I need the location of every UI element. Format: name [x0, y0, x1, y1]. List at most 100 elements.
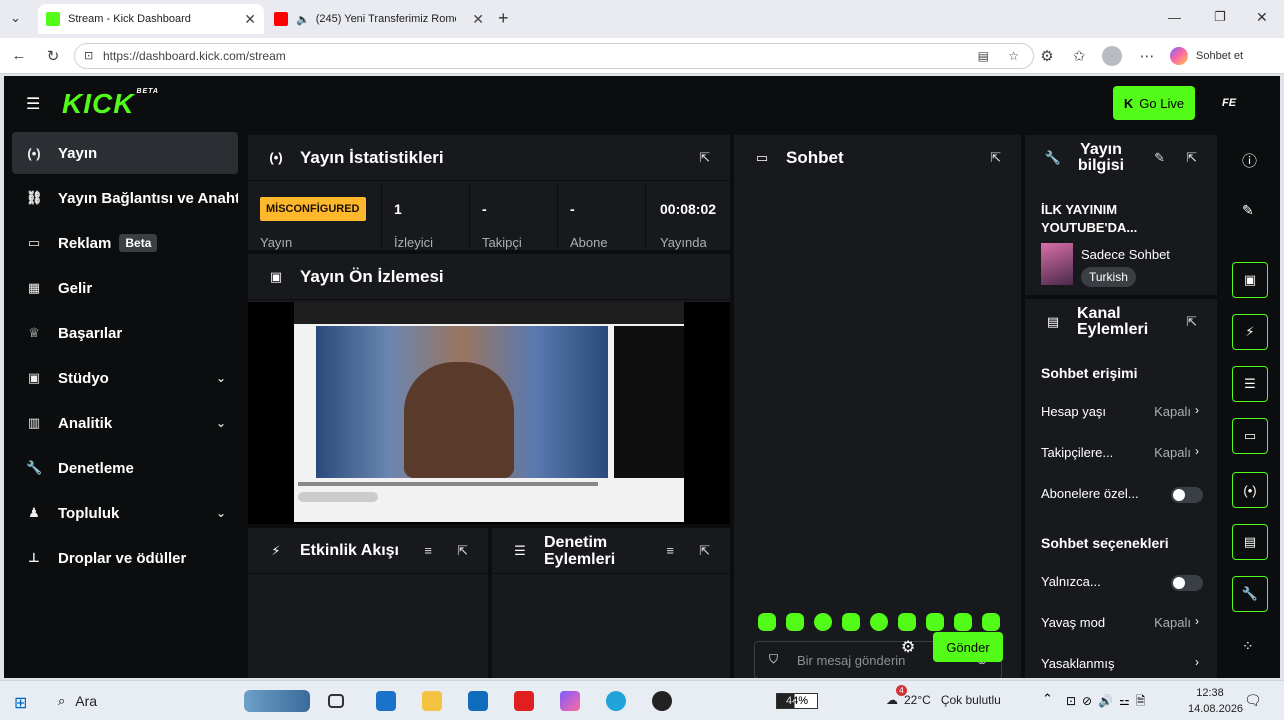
- tab-list-chevron-icon[interactable]: ⌄: [10, 10, 21, 26]
- taskbar-search[interactable]: ⌕ Ara: [48, 688, 310, 714]
- revenue-icon: ▦: [27, 280, 41, 295]
- site-info-icon[interactable]: ⊡: [84, 44, 93, 68]
- close-window-icon[interactable]: ✕: [1256, 9, 1268, 26]
- rail-channel-actions-button[interactable]: ▤: [1232, 524, 1268, 560]
- lightning-icon: ⚡: [1245, 324, 1255, 339]
- sidebar-item-gelir[interactable]: ▦ Gelir: [12, 267, 238, 309]
- emote-icon[interactable]: [954, 613, 972, 631]
- category-name[interactable]: Sadece Sohbet: [1081, 247, 1170, 262]
- popout-icon[interactable]: ⇱: [1186, 314, 1197, 330]
- chat-settings-icon[interactable]: ⚙: [901, 637, 915, 657]
- edge-icon[interactable]: [606, 691, 626, 711]
- emote-icon[interactable]: [982, 613, 1000, 631]
- weather-icon: ☁: [886, 693, 898, 707]
- rail-stream-info-button[interactable]: 🔧: [1232, 576, 1268, 612]
- more-widgets-icon[interactable]: ⁘: [1242, 638, 1254, 655]
- filter-icon[interactable]: ≡: [424, 543, 432, 558]
- popout-icon[interactable]: ⇱: [457, 543, 468, 559]
- sidebar-item-denetleme[interactable]: 🔧 Denetleme: [12, 447, 238, 489]
- rail-stats-button[interactable]: (•): [1232, 472, 1268, 508]
- store-icon[interactable]: [376, 691, 396, 711]
- new-tab-icon[interactable]: +: [498, 8, 509, 29]
- profile-avatar[interactable]: [1102, 46, 1122, 66]
- tray-chevron-icon[interactable]: ⌃: [1042, 691, 1053, 707]
- notification-center-icon[interactable]: 🗨: [1244, 692, 1262, 709]
- subscribers-only-toggle[interactable]: [1171, 487, 1203, 503]
- send-button[interactable]: Gönder: [933, 632, 1003, 662]
- emote-icon[interactable]: [786, 613, 804, 631]
- user-avatar[interactable]: FE: [1214, 90, 1244, 116]
- app-l-icon[interactable]: [514, 691, 534, 711]
- more-menu-icon[interactable]: ⋯: [1138, 47, 1156, 65]
- edit-layout-icon[interactable]: ✎: [1242, 202, 1254, 219]
- kick-logo[interactable]: KICK BETA: [62, 88, 159, 120]
- back-icon[interactable]: ←: [10, 47, 28, 64]
- sidebar-item-yayin[interactable]: (•) Yayın: [12, 132, 238, 174]
- rail-preview-button[interactable]: ▣: [1232, 262, 1268, 298]
- sidebar-item-stream-key[interactable]: ⛓ Yayın Bağlantısı ve Anahtar: [12, 177, 238, 219]
- sidebar-item-reklam[interactable]: ▭ Reklam Beta: [12, 222, 238, 264]
- emote-icon[interactable]: [842, 613, 860, 631]
- popout-icon[interactable]: ⇱: [990, 150, 1001, 166]
- chevron-right-icon: ›: [1195, 655, 1199, 669]
- emote-icon[interactable]: [898, 613, 916, 631]
- chevron-down-icon: ⌄: [215, 506, 226, 520]
- sidebar-item-label: Stüdyo: [58, 369, 109, 387]
- close-tab-icon[interactable]: ✕: [244, 11, 256, 28]
- rail-activity-button[interactable]: ⚡: [1232, 314, 1268, 350]
- close-tab-icon[interactable]: ✕: [472, 11, 484, 28]
- outlook-icon[interactable]: [468, 691, 488, 711]
- hamburger-menu-icon[interactable]: ☰: [26, 94, 40, 114]
- reader-icon[interactable]: ▤: [978, 44, 989, 68]
- tab-kick-dashboard[interactable]: Stream - Kick Dashboard ✕: [38, 4, 264, 34]
- filter-icon[interactable]: ≡: [666, 543, 674, 558]
- popout-icon[interactable]: ⇱: [699, 543, 710, 559]
- stat-followers: - Takipçi: [470, 183, 558, 250]
- popout-icon[interactable]: ⇱: [1186, 150, 1197, 166]
- windows-taskbar: ⊞ ⌕ Ara 44% ☁ 4 22°C Çok bulutlu ⌃ ⊡⊘🔊⚍🗎…: [0, 680, 1284, 720]
- file-explorer-icon[interactable]: [422, 691, 442, 711]
- copilot-button[interactable]: Sohbet et: [1170, 45, 1243, 67]
- emote-icon[interactable]: [814, 613, 832, 631]
- sidebar-item-studyo[interactable]: ▣ Stüdyo ⌄: [12, 357, 238, 399]
- reload-icon[interactable]: ↻: [44, 47, 62, 65]
- emote-icon[interactable]: [758, 613, 776, 631]
- task-view-icon[interactable]: [328, 694, 344, 708]
- emote-icon[interactable]: [870, 613, 888, 631]
- sidebar-item-label: Reklam: [58, 234, 112, 252]
- weather-widget[interactable]: ☁ 4 22°C Çok bulutlu: [886, 685, 1001, 707]
- rail-mod-actions-button[interactable]: ☰: [1232, 366, 1268, 402]
- preview-video[interactable]: [248, 302, 730, 524]
- sidebar-item-topluluk[interactable]: ♟ Topluluk ⌄: [12, 492, 238, 534]
- chat-access-heading: Sohbet erişimi: [1041, 365, 1138, 381]
- only-mode-toggle[interactable]: [1171, 575, 1203, 591]
- tab-title: Stream - Kick Dashboard: [68, 13, 191, 25]
- favorites-icon[interactable]: ✩: [1070, 47, 1088, 65]
- url-field[interactable]: ⊡ https://dashboard.kick.com/stream ▤ ☆: [74, 43, 1034, 69]
- minimize-icon[interactable]: —: [1168, 10, 1181, 25]
- windows-start-icon[interactable]: ⊞: [14, 693, 27, 713]
- sidebar-item-analitik[interactable]: ▥ Analitik ⌄: [12, 402, 238, 444]
- tab-youtube[interactable]: 🔈 (245) Yeni Transferimiz Romel ✕: [266, 4, 492, 34]
- sidebar-item-droplar[interactable]: ⊥ Droplar ve ödüller: [12, 537, 238, 579]
- favorite-star-icon[interactable]: ☆: [1008, 44, 1019, 68]
- wrench-icon: 🔧: [1241, 586, 1259, 601]
- maximize-icon[interactable]: ❐: [1214, 9, 1226, 25]
- battery-indicator[interactable]: 44%: [776, 693, 818, 709]
- popout-icon[interactable]: ⇱: [699, 150, 710, 166]
- speaker-icon[interactable]: 🔈: [296, 13, 310, 26]
- edit-icon[interactable]: ✎: [1154, 150, 1165, 166]
- sidebar-item-basarilar[interactable]: ♕ Başarılar: [12, 312, 238, 354]
- info-icon[interactable]: ⓘ: [1242, 150, 1257, 171]
- go-live-button[interactable]: K Go Live: [1113, 86, 1195, 120]
- emote-icon[interactable]: [926, 613, 944, 631]
- panel-title: Etkinlik Akışı: [300, 541, 399, 559]
- setting-value: Kapalı: [1154, 404, 1191, 419]
- extensions-icon[interactable]: ⚙: [1038, 47, 1056, 65]
- broadcast-icon: (•): [1243, 482, 1257, 498]
- rail-chat-button[interactable]: ▭: [1232, 418, 1268, 454]
- obs-icon[interactable]: [652, 691, 672, 711]
- tray-icons[interactable]: ⊡⊘🔊⚍🗎: [1066, 692, 1151, 713]
- copilot-taskbar-icon[interactable]: [560, 691, 580, 711]
- clock[interactable]: 12:38 14.08.2026: [1188, 685, 1243, 717]
